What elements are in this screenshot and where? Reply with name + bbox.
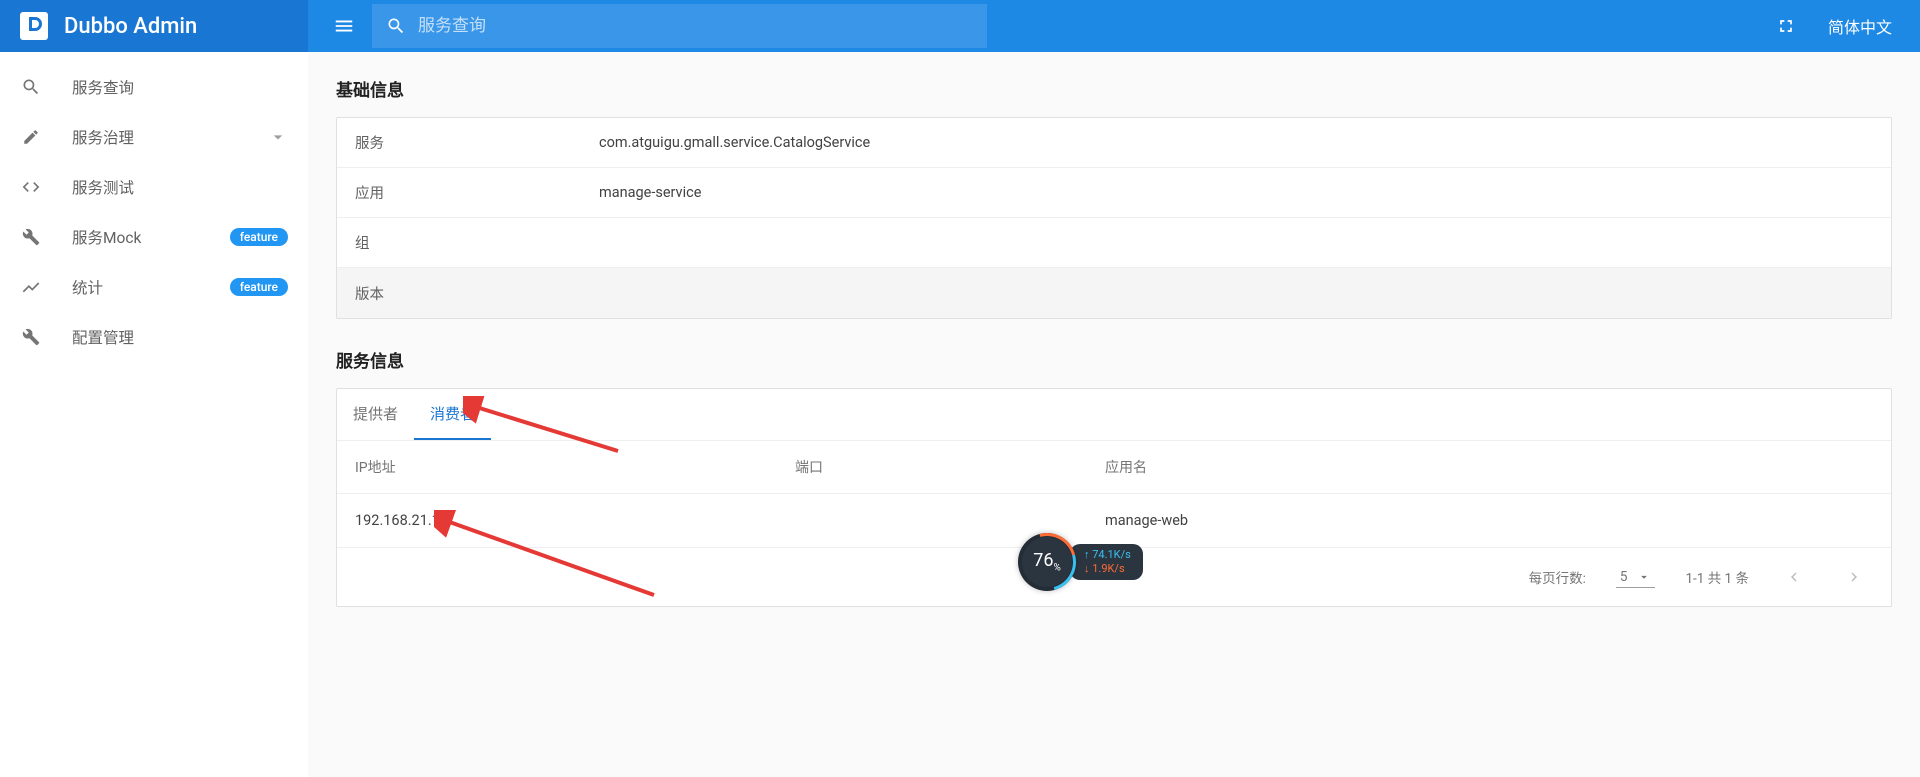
- pagination-range: 1-1 共 1 条: [1685, 567, 1749, 587]
- code-icon: [20, 177, 42, 197]
- sidebar-item-service-search[interactable]: 服务查询: [0, 62, 308, 112]
- menu-icon: [333, 15, 355, 37]
- sidebar-item-label: 配置管理: [72, 326, 134, 348]
- gauge-upload: ↑ 74.1K/s: [1084, 548, 1131, 562]
- search-input[interactable]: [418, 16, 973, 36]
- sidebar-item-service-governance[interactable]: 服务治理: [0, 112, 308, 162]
- basic-info-row: 服务 com.atguigu.gmall.service.CatalogServ…: [337, 118, 1891, 168]
- gauge-dial: 76%: [1018, 533, 1076, 591]
- sidebar-item-service-mock[interactable]: 服务Mock feature: [0, 212, 308, 262]
- basic-info-value: com.atguigu.gmall.service.CatalogService: [599, 134, 870, 151]
- tab-consumer[interactable]: 消费者: [414, 389, 491, 440]
- logo-icon: [20, 12, 48, 40]
- basic-info-key: 组: [355, 232, 599, 253]
- basic-info-row: 应用 manage-service: [337, 168, 1891, 218]
- main-content: 基础信息 服务 com.atguigu.gmall.service.Catalo…: [308, 52, 1920, 777]
- sidebar-item-statistics[interactable]: 统计 feature: [0, 262, 308, 312]
- basic-info-key: 服务: [355, 132, 599, 153]
- section-title-basic-info: 基础信息: [336, 76, 1892, 101]
- fullscreen-button[interactable]: [1758, 16, 1814, 36]
- basic-info-key: 应用: [355, 182, 599, 203]
- sidebar-item-config[interactable]: 配置管理: [0, 312, 308, 362]
- sidebar-item-label: 服务治理: [72, 126, 134, 148]
- sidebar-item-label: 服务测试: [72, 176, 134, 198]
- sidebar-item-label: 服务查询: [72, 76, 134, 98]
- basic-info-row: 组: [337, 218, 1891, 268]
- tabs: 提供者 消费者: [337, 389, 1891, 441]
- chevron-down-icon: [268, 127, 288, 147]
- gauge-readout: ↑ 74.1K/s ↓ 1.9K/s: [1070, 544, 1143, 581]
- network-gauge-widget: 76% ↑ 74.1K/s ↓ 1.9K/s: [1018, 532, 1148, 592]
- chevron-right-icon: [1845, 568, 1863, 586]
- th-port: 端口: [795, 457, 1105, 477]
- menu-toggle-button[interactable]: [320, 2, 368, 50]
- top-bar: Dubbo Admin 简体中文: [0, 0, 1920, 52]
- chevron-down-icon: [1637, 570, 1651, 584]
- search-icon: [20, 77, 42, 97]
- basic-info-key: 版本: [355, 283, 599, 304]
- cell-ip: 192.168.21.1: [355, 512, 795, 529]
- cell-app: manage-web: [1105, 512, 1873, 529]
- table-header: IP地址 端口 应用名: [337, 441, 1891, 494]
- sidebar-item-label: 服务Mock: [72, 226, 141, 248]
- feature-badge: feature: [230, 228, 288, 246]
- language-select[interactable]: 简体中文: [1814, 14, 1920, 38]
- logo-block: Dubbo Admin: [0, 0, 308, 52]
- prev-page-button[interactable]: [1779, 562, 1809, 592]
- rows-per-page-select[interactable]: 5: [1616, 567, 1656, 588]
- th-ip: IP地址: [355, 457, 795, 477]
- gauge-download: ↓ 1.9K/s: [1084, 562, 1131, 576]
- app-title: Dubbo Admin: [64, 14, 197, 39]
- sidebar-item-label: 统计: [72, 276, 103, 298]
- cell-port: [795, 512, 1105, 529]
- basic-info-row: 版本: [337, 268, 1891, 318]
- chart-line-icon: [20, 277, 42, 297]
- chevron-left-icon: [1785, 568, 1803, 586]
- fullscreen-icon: [1776, 16, 1796, 36]
- pencil-icon: [20, 128, 42, 146]
- search-icon: [386, 16, 406, 36]
- sidebar: 服务查询 服务治理 服务测试 服务Mock feature 统计 feature…: [0, 52, 308, 777]
- tab-provider[interactable]: 提供者: [337, 389, 414, 440]
- wrench-icon: [20, 328, 42, 346]
- rows-per-page-value: 5: [1620, 569, 1628, 585]
- gauge-percent: 76%: [1033, 550, 1061, 574]
- basic-info-card: 服务 com.atguigu.gmall.service.CatalogServ…: [336, 117, 1892, 319]
- section-title-service-info: 服务信息: [336, 347, 1892, 372]
- search-box[interactable]: [372, 4, 987, 48]
- sidebar-item-service-test[interactable]: 服务测试: [0, 162, 308, 212]
- basic-info-value: manage-service: [599, 184, 701, 201]
- feature-badge: feature: [230, 278, 288, 296]
- wrench-icon: [20, 228, 42, 246]
- rows-per-page-label: 每页行数:: [1529, 567, 1586, 587]
- th-app: 应用名: [1105, 457, 1873, 477]
- next-page-button[interactable]: [1839, 562, 1869, 592]
